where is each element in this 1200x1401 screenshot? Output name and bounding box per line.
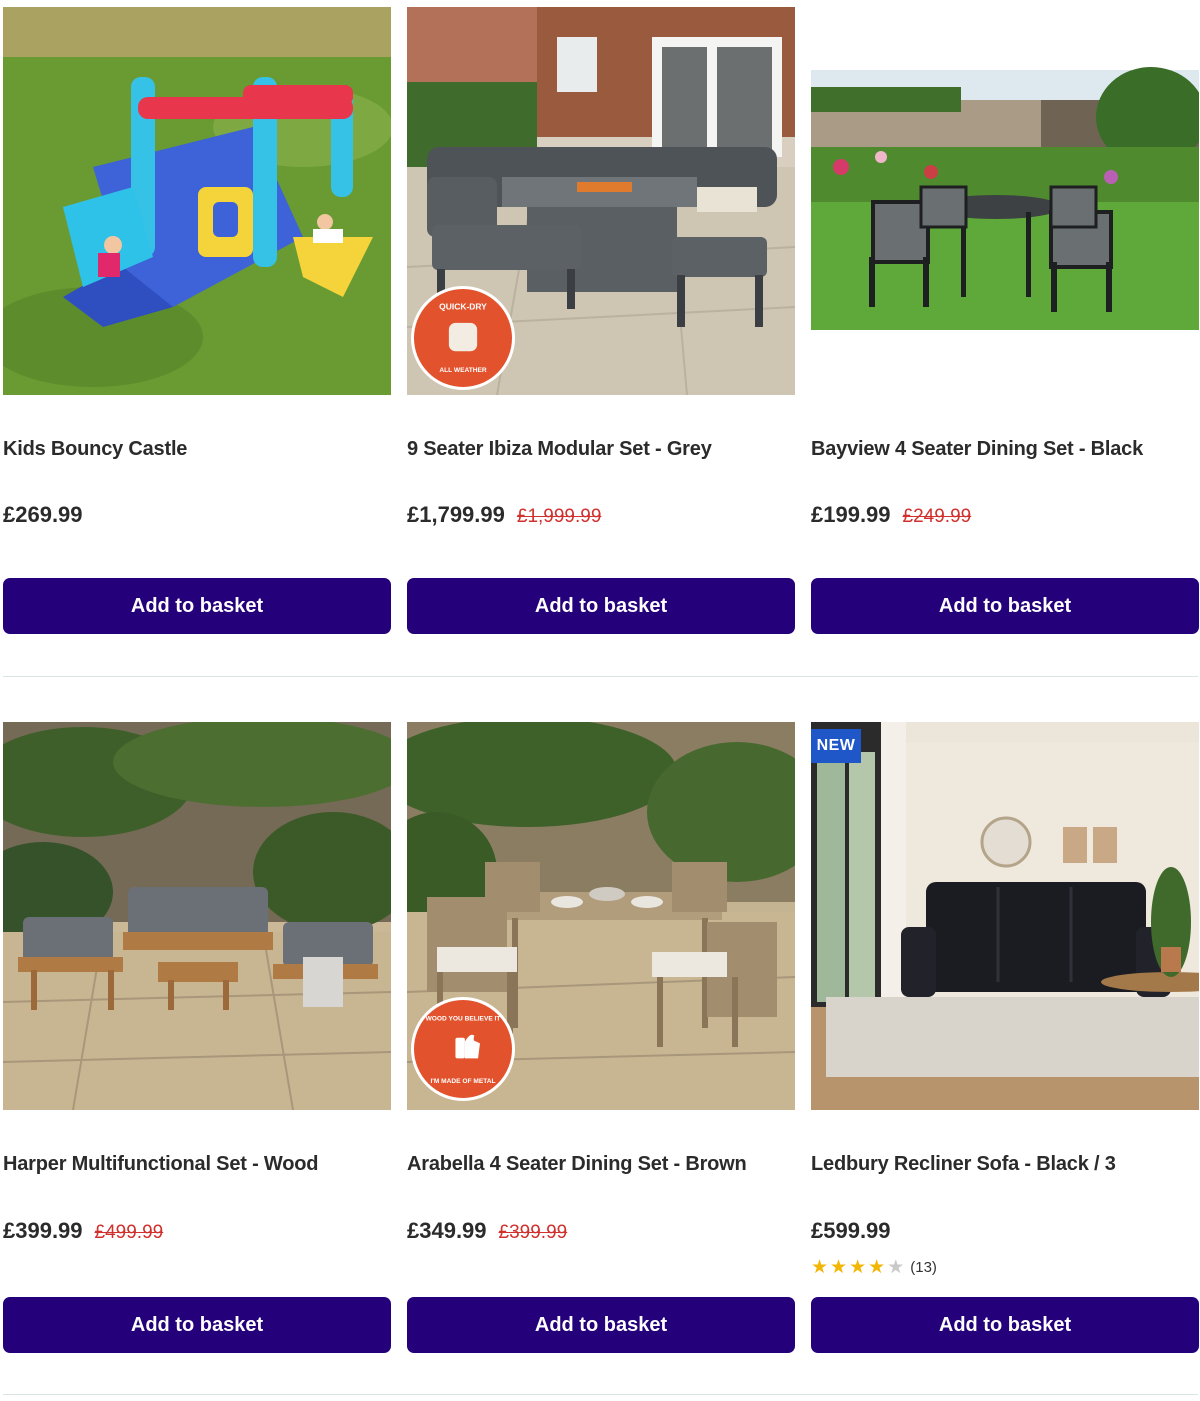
product-title[interactable]: Arabella 4 Seater Dining Set - Brown: [407, 1153, 795, 1176]
product-title[interactable]: Ledbury Recliner Sofa - Black / 3: [811, 1153, 1199, 1176]
add-to-basket-button[interactable]: Add to basket: [811, 578, 1199, 634]
svg-text:QUICK-DRY: QUICK-DRY: [439, 302, 487, 312]
star-filled-icon: ★: [811, 1257, 829, 1278]
price-group: £269.99: [3, 502, 83, 528]
recliner-sofa-image[interactable]: NEW: [811, 722, 1199, 1110]
review-count: (13): [910, 1259, 937, 1276]
product-card: NEW Ledbury Recliner Sofa - Black / 3 £5…: [811, 715, 1199, 1395]
add-to-basket-button[interactable]: Add to basket: [407, 1297, 795, 1353]
add-to-basket-button[interactable]: Add to basket: [3, 1297, 391, 1353]
product-title[interactable]: Harper Multifunctional Set - Wood: [3, 1153, 391, 1176]
current-price: £599.99: [811, 1218, 891, 1243]
current-price: £199.99: [811, 502, 891, 527]
add-to-basket-button[interactable]: Add to basket: [3, 578, 391, 634]
product-title[interactable]: 9 Seater Ibiza Modular Set - Grey: [407, 438, 795, 461]
star-filled-icon: ★: [849, 1257, 867, 1278]
svg-text:I'M MADE OF METAL: I'M MADE OF METAL: [430, 1078, 495, 1085]
product-card: QUICK-DRY ALL WEATHER 9 Seater Ibiza Mod…: [407, 0, 795, 676]
product-card: Bayview 4 Seater Dining Set - Black £199…: [811, 0, 1199, 676]
product-card: WOOD YOU BELIEVE IT I'M MADE OF METAL Ar…: [407, 715, 795, 1395]
svg-text:ALL WEATHER: ALL WEATHER: [439, 367, 487, 374]
product-title[interactable]: Kids Bouncy Castle: [3, 438, 391, 461]
price-group: £599.99: [811, 1218, 891, 1244]
current-price: £349.99: [407, 1218, 487, 1243]
star-empty-icon: ★: [887, 1257, 905, 1278]
price-group: £399.99 £499.99: [3, 1218, 163, 1244]
price-group: £349.99 £399.99: [407, 1218, 567, 1244]
product-row-2: Harper Multifunctional Set - Wood £399.9…: [0, 715, 1200, 1395]
price-group: £199.99 £249.99: [811, 502, 971, 528]
bouncy-castle-image[interactable]: [3, 7, 391, 395]
product-title[interactable]: Bayview 4 Seater Dining Set - Black: [811, 438, 1199, 461]
row-divider: [3, 676, 1198, 677]
add-to-basket-button[interactable]: Add to basket: [407, 578, 795, 634]
current-price: £269.99: [3, 502, 83, 527]
star-filled-icon: ★: [868, 1257, 886, 1278]
add-to-basket-button[interactable]: Add to basket: [811, 1297, 1199, 1353]
star-rating[interactable]: ★ ★ ★ ★ ★ (13): [811, 1258, 937, 1277]
was-price: £1,999.99: [516, 506, 602, 527]
product-card: Harper Multifunctional Set - Wood £399.9…: [3, 715, 391, 1395]
wooden-set-image[interactable]: [3, 722, 391, 1110]
product-card: Kids Bouncy Castle £269.99 Add to basket: [3, 0, 391, 676]
quick-dry-roundel-icon: QUICK-DRY ALL WEATHER: [411, 286, 515, 390]
row-divider: [3, 1394, 1198, 1395]
svg-text:WOOD YOU BELIEVE IT: WOOD YOU BELIEVE IT: [426, 1016, 501, 1023]
new-badge: NEW: [811, 729, 861, 763]
product-row-1: Kids Bouncy Castle £269.99 Add to basket: [0, 0, 1200, 676]
wood-effect-roundel-icon: WOOD YOU BELIEVE IT I'M MADE OF METAL: [411, 997, 515, 1101]
modular-set-image[interactable]: QUICK-DRY ALL WEATHER: [407, 7, 795, 395]
was-price: £249.99: [902, 506, 972, 527]
dining-set-image[interactable]: [811, 7, 1199, 395]
was-price: £499.99: [94, 1222, 164, 1243]
current-price: £1,799.99: [407, 502, 505, 527]
current-price: £399.99: [3, 1218, 83, 1243]
price-group: £1,799.99 £1,999.99: [407, 502, 601, 528]
arabella-set-image[interactable]: WOOD YOU BELIEVE IT I'M MADE OF METAL: [407, 722, 795, 1110]
star-filled-icon: ★: [830, 1257, 848, 1278]
was-price: £399.99: [498, 1222, 568, 1243]
